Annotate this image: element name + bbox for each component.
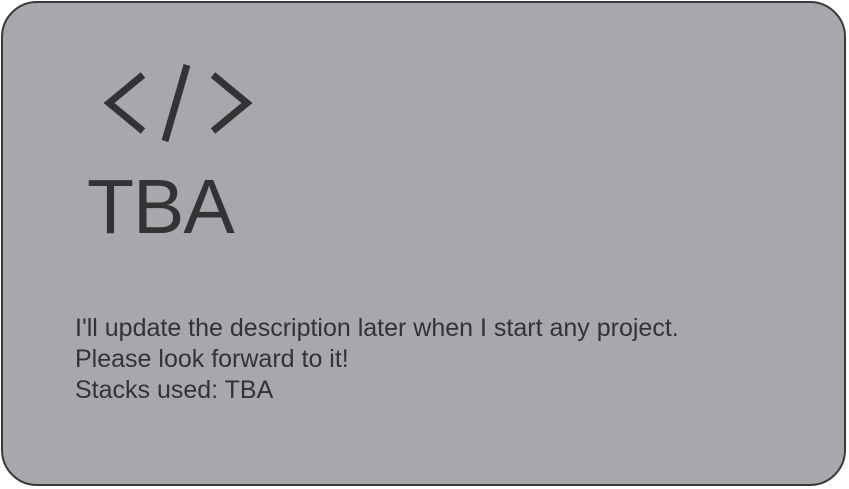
project-title: TBA xyxy=(87,164,235,250)
project-description: I'll update the description later when I… xyxy=(75,313,679,406)
project-card: TBA I'll update the description later wh… xyxy=(1,1,846,486)
code-icon xyxy=(103,63,253,143)
description-line: Please look forward to it! xyxy=(75,345,349,373)
stacks-used-line: Stacks used: TBA xyxy=(75,376,274,404)
description-line: I'll update the description later when I… xyxy=(75,314,679,342)
